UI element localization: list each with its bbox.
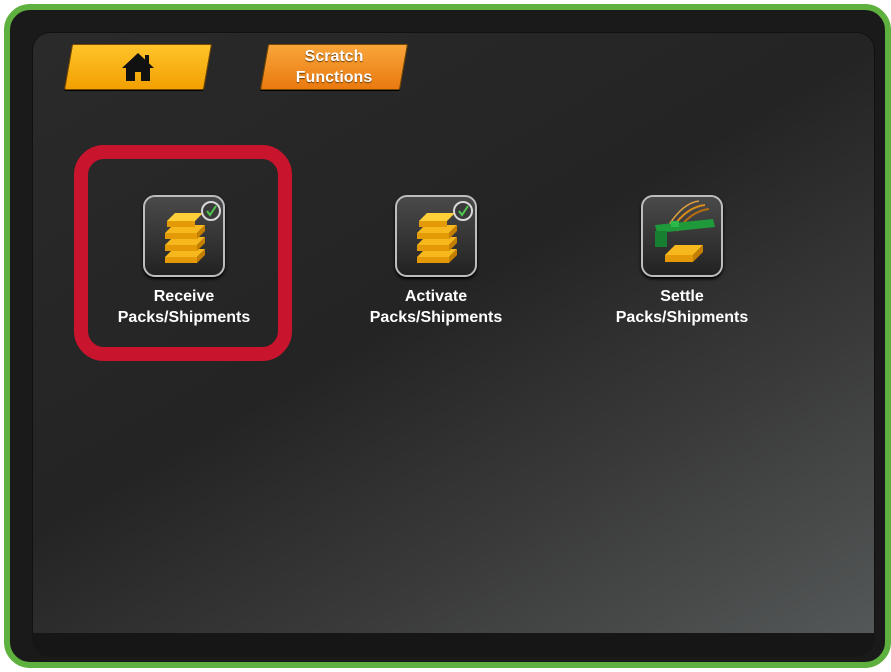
scratch-functions-tab[interactable]: Scratch Functions	[259, 44, 409, 90]
books-check-icon	[417, 201, 473, 263]
books-check-icon	[165, 201, 221, 263]
device-frame: Scratch Functions Receive Packs/Shipment…	[4, 4, 891, 668]
settle-packs-tile[interactable]: Settle Packs/Shipments	[582, 195, 782, 328]
book-scanner-icon	[655, 200, 715, 262]
receive-packs-icon-box	[143, 195, 225, 277]
receive-packs-tile[interactable]: Receive Packs/Shipments	[84, 195, 284, 328]
activate-packs-icon-box	[395, 195, 477, 277]
settle-packs-label: Settle Packs/Shipments	[615, 288, 749, 326]
home-icon	[122, 53, 154, 81]
home-tab[interactable]	[63, 44, 213, 90]
activate-packs-label: Activate Packs/Shipments	[369, 288, 503, 326]
settle-packs-icon-box	[641, 195, 723, 277]
scratch-functions-label: Scratch Functions	[295, 48, 373, 86]
screen-panel: Scratch Functions Receive Packs/Shipment…	[32, 32, 875, 657]
activate-packs-tile[interactable]: Activate Packs/Shipments	[336, 195, 536, 328]
receive-packs-label: Receive Packs/Shipments	[117, 288, 251, 326]
